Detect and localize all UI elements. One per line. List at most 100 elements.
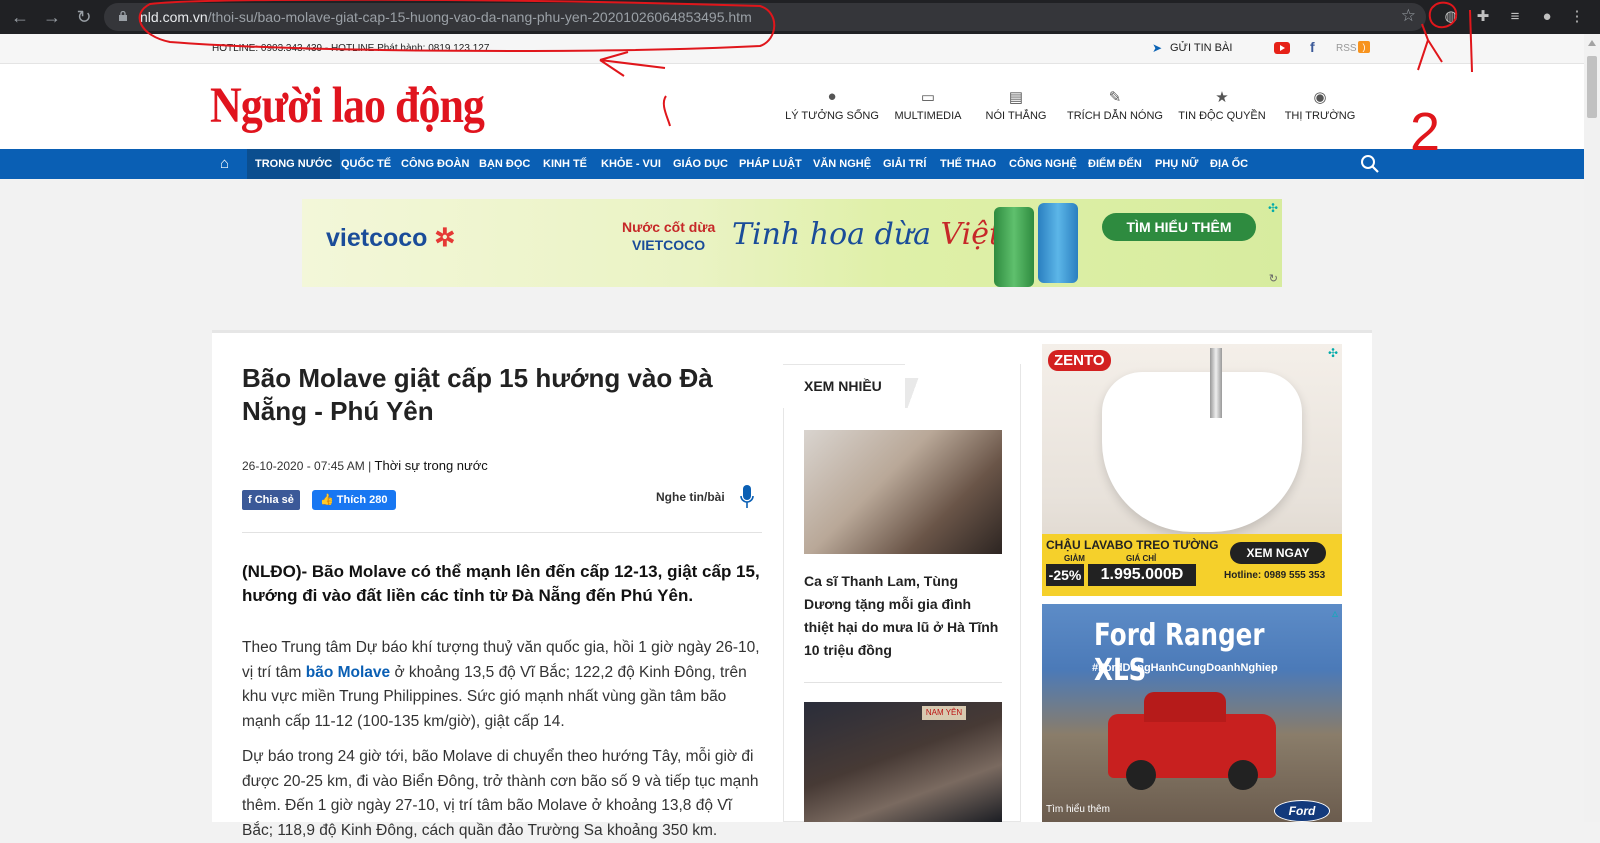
search-icon[interactable] <box>1360 154 1380 174</box>
article-date: 26-10-2020 - 07:45 AM <box>242 459 365 473</box>
facebook-icon[interactable]: f <box>1310 39 1315 55</box>
zento-price: 1.995.000Đ <box>1088 564 1196 586</box>
main-menu: ⌂ TRONG NƯỚC QUỐC TẾ CÔNG ĐOÀN BẠN ĐỌC K… <box>0 149 1584 179</box>
pickup-truck-image <box>1108 692 1276 790</box>
menu-item-cong-doan[interactable]: CÔNG ĐOÀN <box>393 149 477 179</box>
banner-cta-button[interactable]: TÌM HIỂU THÊM <box>1102 213 1256 241</box>
microphone-icon[interactable] <box>740 484 754 510</box>
chat-icon: ▤ <box>1008 89 1024 106</box>
ford-learn-more[interactable]: Tìm hiểu thêm <box>1046 804 1110 815</box>
menu-dots-icon[interactable]: ⋮ <box>1566 6 1588 28</box>
facebook-like-button[interactable]: 👍 Thích 280 <box>312 490 396 510</box>
coconut-cans-image <box>990 203 1090 287</box>
storm-link[interactable]: bão Molave <box>306 664 390 681</box>
menu-item-trong-nuoc[interactable]: TRONG NƯỚC <box>247 149 341 179</box>
article-category[interactable]: Thời sự trong nước <box>375 458 488 473</box>
zento-title: CHẬU LAVABO TREO TƯỜNG <box>1046 538 1219 552</box>
most-read-thumbnail-1[interactable] <box>804 430 1002 554</box>
header-nav-noi-thang[interactable]: ▤ NÓI THẲNG <box>976 88 1056 122</box>
monitor-icon: ▭ <box>920 89 936 106</box>
header-nav-tin-doc-quyen[interactable]: ★ TIN ĐỘC QUYỀN <box>1176 88 1268 122</box>
menu-item-khoe-vui[interactable]: KHỎE - VUI <box>593 149 669 179</box>
zento-promo-bar: CHẬU LAVABO TREO TƯỜNG GIẢM GIÁ CHỈ -25%… <box>1042 534 1342 596</box>
banner-line2: VIETCOCO <box>632 237 706 253</box>
article-meta: 26-10-2020 - 07:45 AM | Thời sự trong nư… <box>242 458 488 473</box>
zento-ad[interactable]: ZENTO ✣ CHẬU LAVABO TREO TƯỜNG GIẢM GIÁ … <box>1042 344 1342 596</box>
header-nav-thi-truong[interactable]: ◉ THỊ TRƯỜNG <box>1282 88 1358 122</box>
vietcoco-banner-ad[interactable]: vietcoco ✲ Nước cốt dừa VIETCOCO Tinh ho… <box>302 199 1282 287</box>
top-info-bar: HOTLINE: 0903.343.439 - HOTLINE Phát hàn… <box>0 34 1584 64</box>
header-nav-multimedia[interactable]: ▭ MULTIMEDIA <box>888 88 968 122</box>
zento-hotline: Hotline: 0989 555 353 <box>1224 570 1326 581</box>
youtube-icon[interactable] <box>1274 42 1290 54</box>
article-paragraph-1: Theo Trung tâm Dự báo khí tượng thuỷ văn… <box>242 639 760 730</box>
site-logo[interactable]: Người lao động <box>210 76 485 135</box>
facebook-share-button[interactable]: f Chia sẻ <box>242 490 300 510</box>
profile-avatar-icon[interactable]: ● <box>1536 6 1558 28</box>
microphone-icon: ✎ <box>1108 89 1122 106</box>
submit-article-link[interactable]: GỬI TIN BÀI <box>1170 42 1232 54</box>
menu-item-kinh-te[interactable]: KINH TẾ <box>535 149 595 179</box>
vietcoco-logo: vietcoco ✲ <box>326 224 456 252</box>
ad-triangle-icon[interactable]: ▵ <box>1332 606 1338 620</box>
listen-label[interactable]: Nghe tin/bài <box>656 490 725 504</box>
bookmark-star-icon[interactable]: ☆ <box>1401 6 1416 26</box>
menu-item-phap-luat[interactable]: PHÁP LUẬT <box>731 149 810 179</box>
puzzle-extensions-icon[interactable]: ✚ <box>1472 6 1494 28</box>
menu-item-dia-oc[interactable]: ĐỊA ỐC <box>1202 149 1256 179</box>
menu-item-ban-doc[interactable]: BẠN ĐỌC <box>471 149 538 179</box>
zento-discount: -25% <box>1046 564 1084 586</box>
article-paragraph-2: Dự báo trong 24 giờ tới, bão Molave di c… <box>242 748 759 839</box>
most-read-divider <box>804 682 1002 683</box>
site-header: Người lao động ● LÝ TƯỞNG SỐNG ▭ MULTIMEDI… <box>0 64 1584 149</box>
article-lead: (NLĐO)- Bão Molave có thể mạnh lên đến c… <box>242 562 760 605</box>
adchoices-icon[interactable]: ✣ <box>1328 346 1338 360</box>
person-icon: ● <box>827 88 837 105</box>
most-read-tab-label[interactable]: XEM NHIỀU <box>804 378 882 394</box>
header-nav-trich-dan-nong[interactable]: ✎ TRÍCH DẪN NÓNG <box>1060 88 1170 122</box>
menu-item-quoc-te[interactable]: QUỐC TẾ <box>333 149 399 179</box>
ford-ranger-ad[interactable]: Ford Ranger XLS #FordDongHanhCungDoanhNg… <box>1042 604 1342 822</box>
home-icon[interactable]: ⌂ <box>220 155 229 172</box>
meta-divider <box>242 532 762 533</box>
scroll-thumb[interactable] <box>1587 56 1597 118</box>
ford-ad-hashtag: #FordDongHanhCungDoanhNghiep <box>1092 662 1278 674</box>
rss-label[interactable]: RSS <box>1336 43 1357 54</box>
zento-view-button[interactable]: XEM NGAY <box>1230 542 1326 564</box>
rss-icon[interactable]: ) <box>1358 41 1370 53</box>
menu-item-diem-den[interactable]: ĐIỂM ĐẾN <box>1080 149 1150 179</box>
adchoices-icon[interactable]: ✣ <box>1268 201 1278 215</box>
tab-decoration <box>905 378 921 408</box>
zento-price-label: GIÁ CHỈ <box>1126 554 1157 563</box>
globe-icon: ◉ <box>1313 89 1327 106</box>
hotline-text: HOTLINE: 0903.343.439 - HOTLINE Phát hàn… <box>212 43 490 54</box>
banner-slogan: Tinh hoa dừa Việt <box>732 217 1002 252</box>
menu-item-the-thao[interactable]: THỂ THAO <box>932 149 1004 179</box>
article-title: Bão Molave giật cấp 15 hướng vào Đà Nẵng… <box>242 363 713 426</box>
extension-circle-icon[interactable]: ◍ <box>1440 6 1462 28</box>
back-icon[interactable]: ← <box>8 5 32 29</box>
most-read-title-1[interactable]: Ca sĩ Thanh Lam, Tùng Dương tặng mỗi gia… <box>804 570 1002 662</box>
menu-item-giao-duc[interactable]: GIÁO DỤC <box>665 149 736 179</box>
header-nav-ly-tuong-song[interactable]: ● LÝ TƯỞNG SỐNG <box>782 88 882 122</box>
lock-icon <box>119 11 127 21</box>
menu-item-phu-nu[interactable]: PHỤ NỮ <box>1147 149 1206 179</box>
menu-item-cong-nghe[interactable]: CÔNG NGHỆ <box>1001 149 1085 179</box>
address-bar[interactable]: nld.com.vn/thoi-su/bao-molave-giat-cap-1… <box>104 3 1426 31</box>
most-read-thumbnail-2[interactable]: NAM YÊN <box>804 702 1002 822</box>
shop-sign: NAM YÊN <box>922 706 966 720</box>
url-text: nld.com.vn/thoi-su/bao-molave-giat-cap-1… <box>140 9 752 25</box>
star-icon: ★ <box>1215 89 1229 106</box>
forward-icon[interactable]: → <box>40 5 64 29</box>
ad-refresh-icon[interactable]: ↻ <box>1269 272 1278 285</box>
washbasin-image <box>1102 372 1302 532</box>
faucet-image <box>1210 348 1222 418</box>
menu-item-giai-tri[interactable]: GIẢI TRÍ <box>875 149 934 179</box>
menu-item-van-nghe[interactable]: VĂN NGHỆ <box>805 149 879 179</box>
banner-line1: Nước cốt dừa <box>622 219 716 235</box>
reading-list-icon[interactable]: ≡ <box>1504 6 1526 28</box>
reload-icon[interactable]: ↻ <box>72 5 96 29</box>
scroll-up-icon[interactable] <box>1588 40 1596 46</box>
page-scrollbar[interactable] <box>1584 34 1600 822</box>
browser-toolbar: ← → ↻ nld.com.vn/thoi-su/bao-molave-giat… <box>0 0 1600 34</box>
